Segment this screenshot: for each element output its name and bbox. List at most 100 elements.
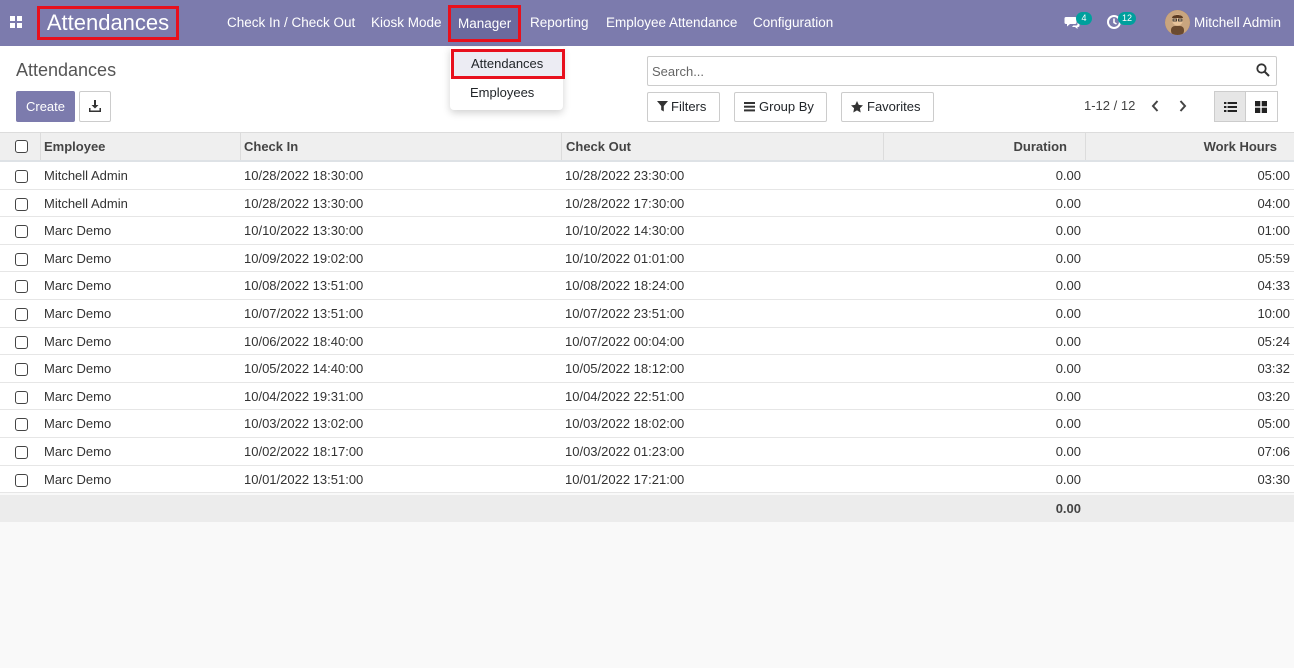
table-row[interactable]: Marc Demo 10/08/2022 13:51:00 10/08/2022 1… xyxy=(0,272,1294,300)
row-checkbox[interactable] xyxy=(15,473,28,487)
table-row[interactable]: Marc Demo 10/04/2022 19:31:00 10/04/2022 2… xyxy=(0,382,1294,411)
header-check-in[interactable]: Check In xyxy=(241,133,562,160)
cell-employee: Marc Demo xyxy=(44,306,112,321)
download-button[interactable] xyxy=(79,91,111,122)
table-header: Employee Check In Check Out Duration Wor… xyxy=(0,133,1294,162)
cell-check-out: 10/01/2022 17:21:00 xyxy=(565,471,685,487)
top-navbar: Attendances Check In / Check Out Kiosk M… xyxy=(0,0,1294,46)
dropdown-item-employees[interactable]: Employees xyxy=(450,82,563,104)
table-row[interactable]: Marc Demo 10/05/2022 14:40:00 10/05/2022 1… xyxy=(0,355,1294,383)
cell-employee: Marc Demo xyxy=(44,444,112,459)
user-avatar[interactable] xyxy=(1165,10,1190,35)
create-button[interactable]: Create xyxy=(16,91,75,122)
row-checkbox[interactable] xyxy=(15,446,28,459)
cell-employee: Marc Demo xyxy=(44,333,112,349)
total-duration: 0.00 xyxy=(1055,501,1081,516)
page-title: Attendances xyxy=(16,60,117,80)
cell-check-in: 10/07/2022 13:51:00 xyxy=(244,306,364,321)
dropdown-item-attendances[interactable]: Attendances xyxy=(451,49,565,79)
cell-duration: 0.00 xyxy=(1055,278,1081,294)
table-row[interactable]: Marc Demo 10/02/2022 18:17:00 10/03/2022 0… xyxy=(0,438,1294,466)
cell-work-hours: 03:32 xyxy=(1257,361,1290,377)
search-input[interactable] xyxy=(652,60,1248,82)
menu-configuration[interactable]: Configuration xyxy=(753,0,833,46)
select-all-checkbox[interactable] xyxy=(15,140,28,153)
cell-duration: 0.00 xyxy=(1055,444,1081,459)
cell-check-out: 10/28/2022 23:30:00 xyxy=(565,168,685,183)
cell-check-in: 10/04/2022 19:31:00 xyxy=(244,388,364,404)
cell-check-out: 10/03/2022 18:02:00 xyxy=(565,416,685,432)
table-row[interactable]: Mitchell Admin 10/28/2022 18:30:00 10/28/2… xyxy=(0,162,1294,190)
cell-check-out: 10/10/2022 01:01:00 xyxy=(565,250,685,266)
favorites-button[interactable]: Favorites xyxy=(841,92,934,122)
cell-employee: Marc Demo xyxy=(44,250,112,266)
list-view-icon xyxy=(1224,102,1237,112)
cell-check-in: 10/06/2022 18:40:00 xyxy=(244,333,364,349)
table-row[interactable]: Marc Demo 10/06/2022 18:40:00 10/07/2022 0… xyxy=(0,327,1294,356)
chevron-right-icon[interactable] xyxy=(1177,98,1189,114)
row-checkbox[interactable] xyxy=(15,308,28,321)
cell-work-hours: 05:00 xyxy=(1257,168,1290,183)
table-row[interactable]: Mitchell Admin 10/28/2022 13:30:00 10/28/2… xyxy=(0,189,1294,218)
menu-reporting[interactable]: Reporting xyxy=(530,0,589,46)
cell-duration: 0.00 xyxy=(1055,250,1081,266)
cell-employee: Marc Demo xyxy=(44,361,112,377)
search-icon[interactable] xyxy=(1256,63,1270,77)
cell-duration: 0.00 xyxy=(1055,471,1081,487)
row-checkbox[interactable] xyxy=(15,225,28,239)
cell-work-hours: 03:20 xyxy=(1257,388,1290,404)
menu-manager[interactable]: Manager xyxy=(448,5,522,42)
cell-employee: Marc Demo xyxy=(44,223,112,239)
cell-duration: 0.00 xyxy=(1055,416,1081,432)
row-checkbox[interactable] xyxy=(15,390,28,404)
cell-employee: Mitchell Admin xyxy=(44,195,128,211)
table-row[interactable]: Marc Demo 10/09/2022 19:02:00 10/10/2022 0… xyxy=(0,244,1294,273)
row-checkbox[interactable] xyxy=(15,363,28,377)
bars-icon xyxy=(744,102,755,112)
table-footer: 0.00 xyxy=(0,495,1294,522)
kanban-view-button[interactable] xyxy=(1246,91,1278,122)
messages-count-badge: 4 xyxy=(1076,12,1092,25)
cell-check-in: 10/28/2022 18:30:00 xyxy=(244,168,364,183)
cell-check-out: 10/08/2022 18:24:00 xyxy=(565,278,685,294)
header-work-hours[interactable]: Work Hours xyxy=(1086,133,1294,160)
cell-work-hours: 05:00 xyxy=(1257,416,1290,432)
list-view-button[interactable] xyxy=(1214,91,1246,122)
row-checkbox[interactable] xyxy=(15,170,28,183)
search-box xyxy=(647,56,1277,86)
row-checkbox[interactable] xyxy=(15,280,28,294)
header-employee[interactable]: Employee xyxy=(41,133,241,160)
activities-count-badge: 12 xyxy=(1118,12,1137,25)
cell-work-hours: 10:00 xyxy=(1257,306,1290,321)
cell-duration: 0.00 xyxy=(1055,306,1081,321)
cell-work-hours: 05:24 xyxy=(1257,333,1290,349)
cell-check-out: 10/03/2022 01:23:00 xyxy=(565,444,685,459)
row-checkbox[interactable] xyxy=(15,418,28,432)
app-title[interactable]: Attendances xyxy=(37,6,179,40)
table-row[interactable]: Marc Demo 10/10/2022 13:30:00 10/10/2022 1… xyxy=(0,217,1294,245)
group-by-button[interactable]: Group By xyxy=(734,92,827,122)
user-name[interactable]: Mitchell Admin xyxy=(1194,0,1281,45)
filters-label: Filters xyxy=(671,99,707,114)
row-checkbox[interactable] xyxy=(15,335,28,349)
chevron-left-icon[interactable] xyxy=(1149,98,1161,114)
apps-menu-icon[interactable] xyxy=(10,16,22,28)
header-check-out[interactable]: Check Out xyxy=(562,133,884,160)
cell-check-in: 10/02/2022 18:17:00 xyxy=(244,444,364,459)
cell-employee: Marc Demo xyxy=(44,278,112,294)
download-icon xyxy=(89,100,101,112)
favorites-label: Favorites xyxy=(867,99,921,114)
cell-check-in: 10/01/2022 13:51:00 xyxy=(244,471,364,487)
table-row[interactable]: Marc Demo 10/03/2022 13:02:00 10/03/2022 1… xyxy=(0,410,1294,438)
menu-check-in-check-out[interactable]: Check In / Check Out xyxy=(227,0,355,46)
pager-value[interactable]: 1-12 / 12 xyxy=(1084,98,1135,113)
table-row[interactable]: Marc Demo 10/07/2022 13:51:00 10/07/2022 2… xyxy=(0,300,1294,328)
menu-kiosk-mode[interactable]: Kiosk Mode xyxy=(371,0,442,46)
menu-employee-attendance[interactable]: Employee Attendance xyxy=(606,0,737,46)
cell-employee: Marc Demo xyxy=(44,471,112,487)
table-row[interactable]: Marc Demo 10/01/2022 13:51:00 10/01/2022 1… xyxy=(0,465,1294,494)
row-checkbox[interactable] xyxy=(15,252,28,266)
row-checkbox[interactable] xyxy=(15,197,28,211)
filters-button[interactable]: Filters xyxy=(647,92,720,122)
header-duration[interactable]: Duration xyxy=(884,133,1086,160)
